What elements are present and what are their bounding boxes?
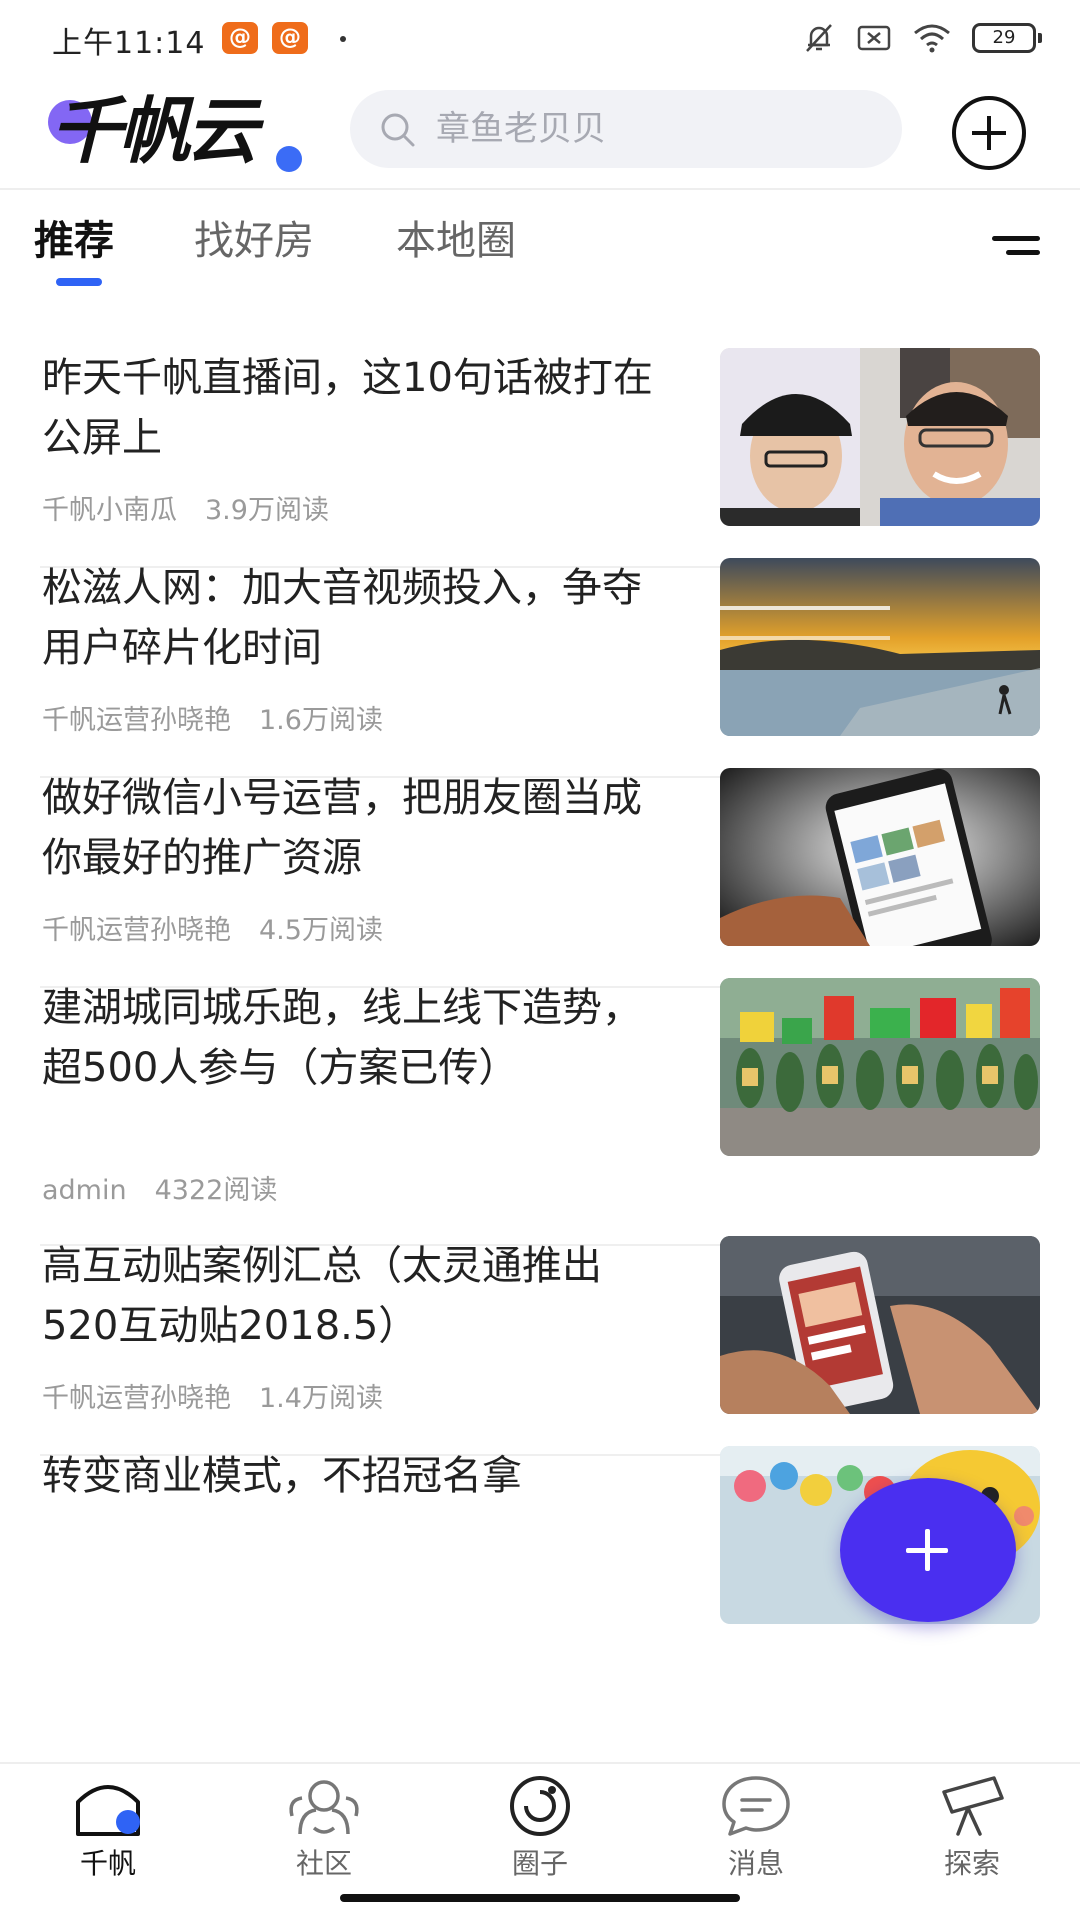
logo-text: 千帆云: [50, 89, 258, 173]
nav-item-explore[interactable]: 探索: [912, 1774, 1032, 1884]
bell-mute-icon: [806, 24, 832, 52]
tab-local-circle[interactable]: 本地圈: [396, 216, 516, 266]
add-post-button[interactable]: [952, 96, 1026, 170]
article-meta: 千帆运营孙晓艳 4.5万阅读: [42, 908, 383, 947]
article-thumbnail: [720, 768, 1040, 946]
article-reads: 4.5万阅读: [259, 915, 383, 946]
article-author: 千帆运营孙晓艳: [42, 705, 231, 736]
search-placeholder: 章鱼老贝贝: [436, 109, 606, 149]
nav-label: 圈子: [511, 1847, 568, 1880]
notification-dot: [340, 36, 346, 42]
search-input[interactable]: 章鱼老贝贝: [350, 90, 902, 168]
nav-item-messages[interactable]: 消息: [696, 1774, 816, 1884]
list-item[interactable]: 昨天千帆直播间，这10句话被打在公屏上 千帆小南瓜 3.9万阅读: [40, 348, 1040, 568]
category-tabs: 推荐 找好房 本地圈: [0, 192, 1080, 292]
article-thumbnail: [720, 348, 1040, 526]
explore-icon: [942, 1776, 1004, 1836]
nav-item-community[interactable]: 社区: [264, 1774, 384, 1884]
nav-label: 千帆: [79, 1847, 136, 1880]
weibo-icon: @: [272, 22, 308, 54]
nav-item-home[interactable]: 千帆: [48, 1774, 168, 1884]
article-thumbnail: [720, 978, 1040, 1156]
message-icon: [722, 1776, 790, 1836]
sim-off-icon: [857, 25, 891, 51]
article-reads: 4322阅读: [154, 1175, 278, 1206]
battery-icon: 29: [972, 23, 1042, 53]
article-author: 千帆运营孙晓艳: [42, 915, 231, 946]
home-indicator[interactable]: [340, 1894, 740, 1902]
article-title: 转变商业模式，不招冠名拿: [42, 1453, 522, 1499]
article-author: 千帆小南瓜: [42, 495, 177, 526]
tab-find-house[interactable]: 找好房: [194, 216, 314, 266]
article-title: 高互动贴案例汇总（太灵通推出520互动贴2018.5）: [42, 1243, 602, 1349]
article-title: 昨天千帆直播间，这10句话被打在公屏上: [42, 355, 653, 461]
search-icon: [381, 113, 415, 147]
system-icons: 29: [802, 18, 1042, 58]
article-thumbnail: [720, 1236, 1040, 1414]
wifi-icon: [914, 24, 950, 53]
active-tab-indicator: [56, 278, 102, 286]
article-reads: 1.4万阅读: [259, 1383, 383, 1414]
article-meta: 千帆运营孙晓艳 1.6万阅读: [42, 698, 383, 737]
logo-accent-dot: [276, 146, 302, 172]
floating-add-button[interactable]: [840, 1478, 1016, 1622]
list-item[interactable]: 建湖城同城乐跑，线上线下造势，超500人参与（方案已传） admin 4322阅读: [40, 978, 1040, 1246]
circle-icon: [510, 1776, 570, 1836]
article-meta: 千帆运营孙晓艳 1.4万阅读: [42, 1376, 383, 1415]
article-title: 建湖城同城乐跑，线上线下造势，超500人参与（方案已传）: [42, 985, 642, 1091]
app-header: 千帆云 章鱼老贝贝: [0, 76, 1080, 190]
article-author: admin: [42, 1175, 127, 1206]
article-reads: 1.6万阅读: [259, 705, 383, 736]
community-icon: [289, 1780, 359, 1835]
article-thumbnail: [720, 558, 1040, 736]
menu-icon[interactable]: [992, 232, 1040, 260]
nav-label: 消息: [727, 1847, 784, 1880]
article-title: 松滋人网：加大音视频投入，争夺用户碎片化时间: [42, 565, 642, 671]
article-meta: 千帆小南瓜 3.9万阅读: [42, 488, 329, 527]
nav-item-circle[interactable]: 圈子: [480, 1774, 600, 1884]
app-logo: 千帆云: [44, 86, 304, 176]
status-time: 上午11:14: [52, 26, 206, 61]
nav-label: 探索: [943, 1847, 1000, 1880]
list-item[interactable]: 高互动贴案例汇总（太灵通推出520互动贴2018.5） 千帆运营孙晓艳 1.4万阅…: [40, 1236, 1040, 1456]
article-meta: admin 4322阅读: [42, 1168, 277, 1207]
list-item[interactable]: 做好微信小号运营，把朋友圈当成你最好的推广资源 千帆运营孙晓艳 4.5万阅读: [40, 768, 1040, 988]
weibo-icon: @: [222, 22, 258, 54]
list-item[interactable]: 松滋人网：加大音视频投入，争夺用户碎片化时间 千帆运营孙晓艳 1.6万阅读: [40, 558, 1040, 778]
article-author: 千帆运营孙晓艳: [42, 1383, 231, 1414]
tab-recommend[interactable]: 推荐: [34, 216, 114, 266]
home-icon: [76, 1785, 140, 1836]
nav-label: 社区: [295, 1847, 352, 1880]
status-bar: 上午11:14 @ @ 29: [0, 0, 1080, 76]
article-title: 做好微信小号运营，把朋友圈当成你最好的推广资源: [42, 775, 642, 881]
article-reads: 3.9万阅读: [205, 495, 329, 526]
